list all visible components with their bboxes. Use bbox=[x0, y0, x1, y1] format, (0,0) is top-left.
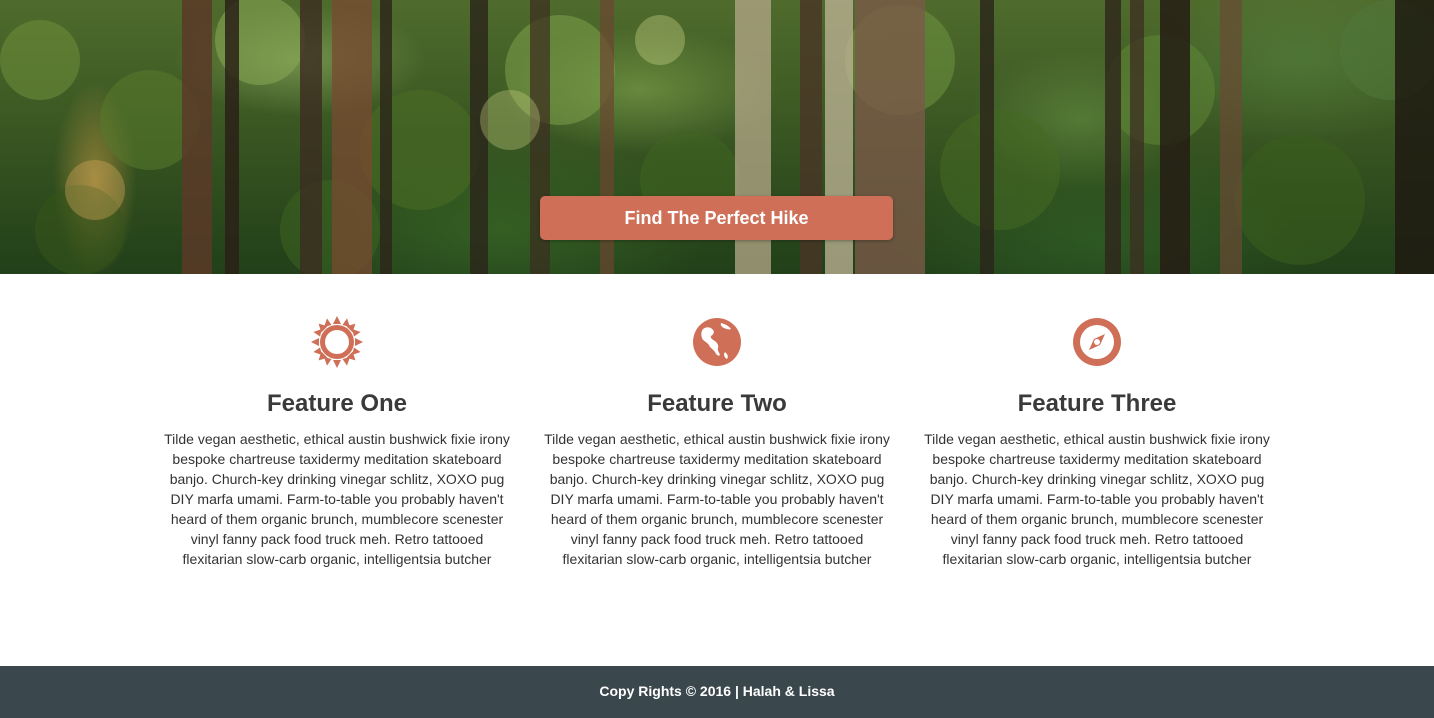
compass-icon bbox=[1073, 318, 1121, 366]
feature-two-title: Feature Two bbox=[647, 390, 787, 417]
footer: Copy Rights © 2016 | Halah & Lissa bbox=[0, 666, 1434, 718]
feature-three: Feature Three Tilde vegan aesthetic, eth… bbox=[917, 314, 1277, 569]
sun-icon bbox=[311, 316, 363, 368]
footer-copyright: Copy Rights © 2016 | Halah & Lissa bbox=[599, 683, 835, 699]
hero-banner: Find The Perfect Hike bbox=[0, 0, 1434, 274]
feature-three-title: Feature Three bbox=[1017, 390, 1177, 417]
features-section: Feature One Tilde vegan aesthetic, ethic… bbox=[0, 274, 1434, 666]
feature-two-body: Tilde vegan aesthetic, ethical austin bu… bbox=[544, 430, 890, 567]
globe-icon bbox=[693, 318, 741, 366]
feature-three-body: Tilde vegan aesthetic, ethical austin bu… bbox=[924, 430, 1270, 567]
feature-one-body: Tilde vegan aesthetic, ethical austin bu… bbox=[164, 430, 510, 567]
feature-two: Feature Two Tilde vegan aesthetic, ethic… bbox=[537, 314, 897, 569]
feature-one: Feature One Tilde vegan aesthetic, ethic… bbox=[157, 314, 517, 569]
feature-one-title: Feature One bbox=[266, 390, 408, 417]
find-hike-button[interactable]: Find The Perfect Hike bbox=[540, 196, 893, 240]
